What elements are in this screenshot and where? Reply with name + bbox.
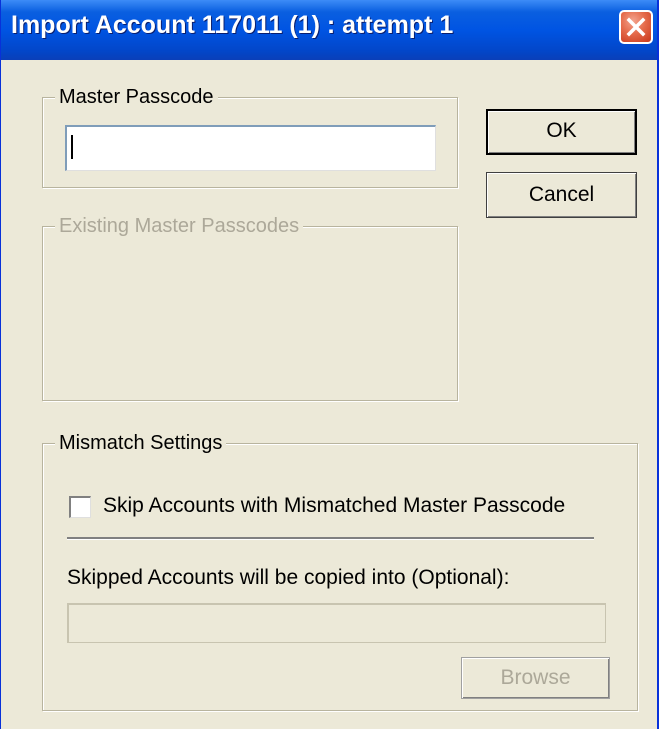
browse-button-label: Browse [500,666,571,689]
existing-passcodes-group: Existing Master Passcodes [42,214,458,401]
browse-button[interactable]: Browse [461,657,610,699]
title-bar[interactable]: Import Account 117011 (1) : attempt 1 [1,0,657,60]
skipped-accounts-path-input[interactable] [67,603,606,643]
window-title: Import Account 117011 (1) : attempt 1 [11,11,454,39]
mismatch-settings-legend: Mismatch Settings [55,431,227,455]
cancel-button[interactable]: Cancel [486,172,637,218]
ok-button[interactable]: OK [486,109,637,155]
master-passcode-group: Master Passcode [42,85,458,188]
existing-passcodes-legend: Existing Master Passcodes [55,214,304,238]
separator-line [67,537,594,540]
close-button[interactable] [619,10,653,44]
skipped-accounts-label: Skipped Accounts will be copied into (Op… [67,566,510,589]
cancel-button-label: Cancel [528,183,595,206]
skip-mismatched-label[interactable]: Skip Accounts with Mismatched Master Pas… [103,494,565,518]
text-caret [71,135,73,159]
import-account-dialog: Import Account 117011 (1) : attempt 1 Ma… [0,0,659,729]
ok-button-label: OK [546,119,577,142]
skip-mismatched-checkbox[interactable] [69,496,91,518]
close-icon [626,17,646,37]
mismatch-settings-group: Mismatch Settings Skip Accounts with Mis… [42,431,638,711]
master-passcode-legend: Master Passcode [55,85,218,109]
master-passcode-input[interactable] [65,125,436,171]
